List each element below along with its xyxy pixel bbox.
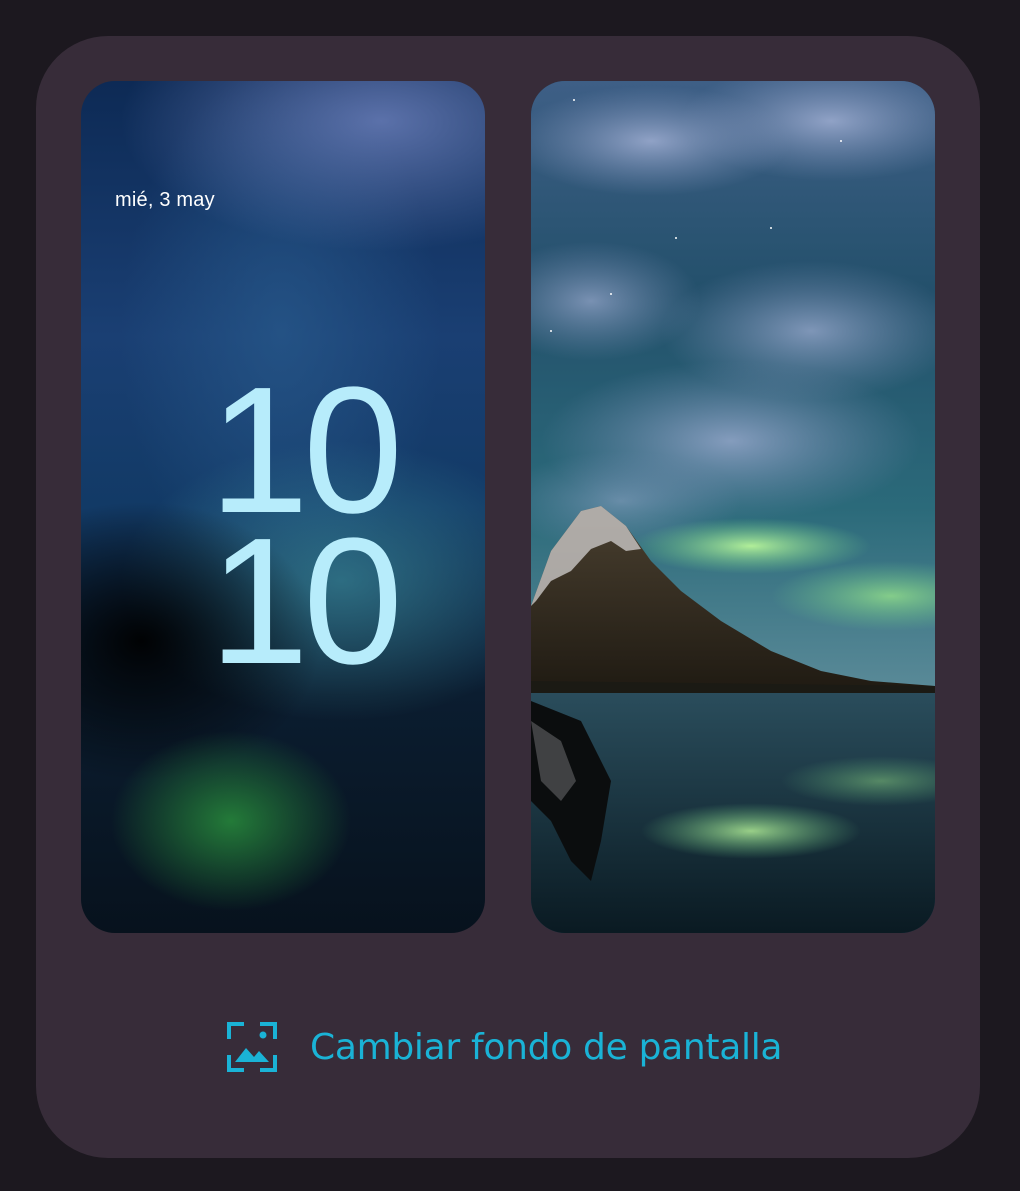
change-wallpaper-button[interactable]: Cambiar fondo de pantalla (226, 1011, 782, 1083)
wallpaper-icon (227, 1022, 277, 1072)
lock-screen-preview[interactable]: mié, 3 may 10 10 (81, 81, 485, 933)
lock-screen-date: mié, 3 may (115, 189, 215, 211)
home-wallpaper-image (531, 81, 935, 933)
wallpaper-card: mié, 3 may 10 10 Cambiar fondo de pantal… (36, 36, 980, 1158)
home-screen-preview[interactable] (531, 81, 935, 933)
change-wallpaper-label: Cambiar fondo de pantalla (310, 1026, 783, 1068)
lock-screen-clock-minutes: 10 (208, 501, 403, 702)
